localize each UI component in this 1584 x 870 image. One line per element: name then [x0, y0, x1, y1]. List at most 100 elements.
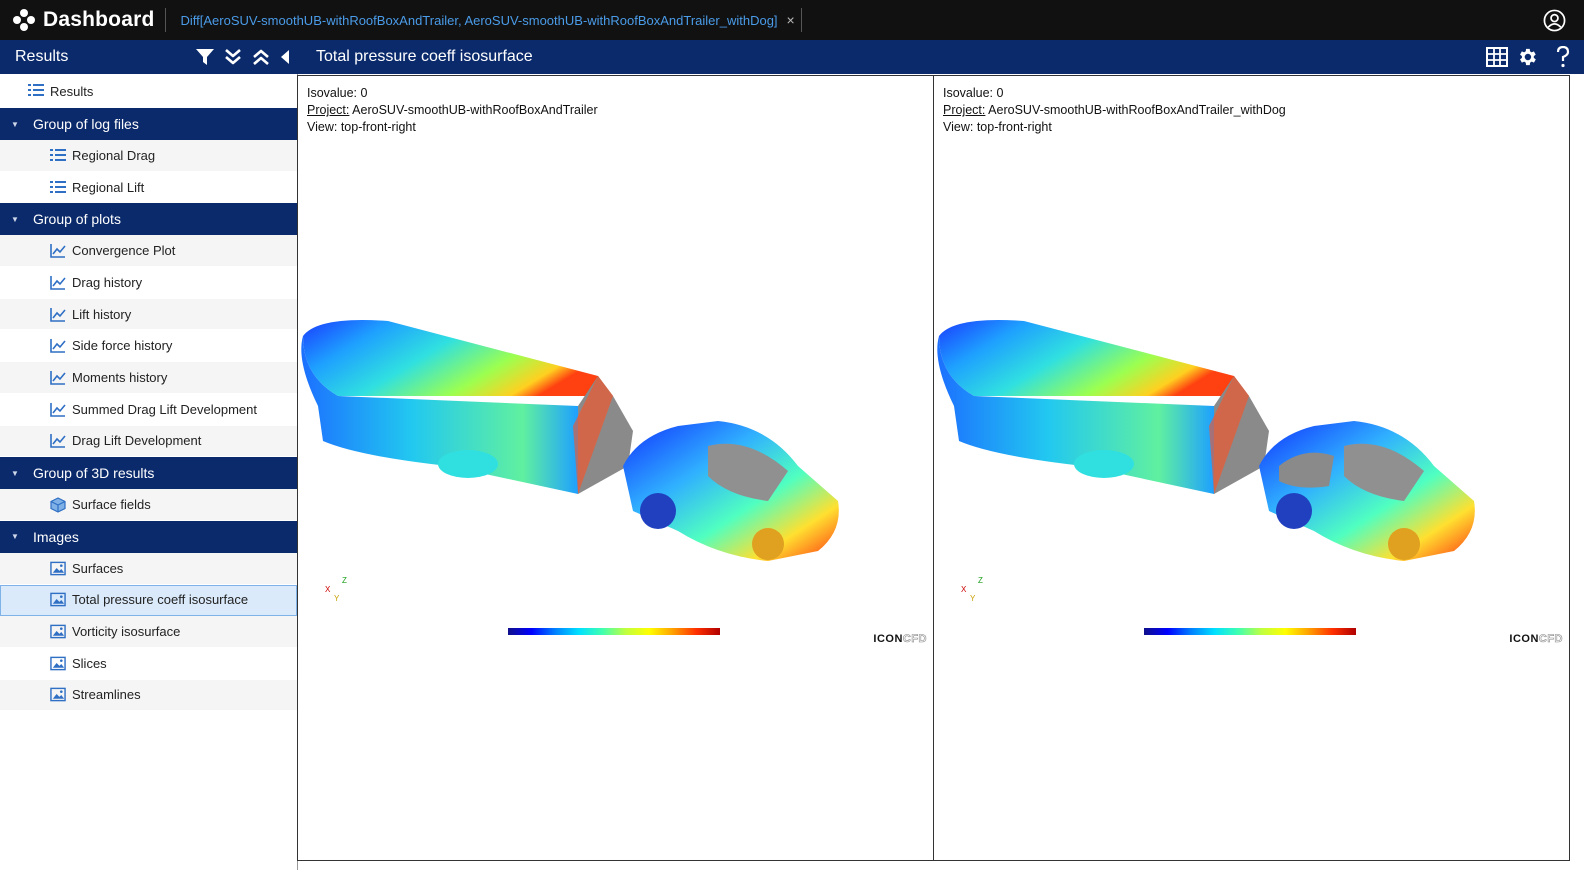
help-icon[interactable]: [1552, 46, 1574, 68]
sidebar-item-label: Drag Lift Development: [72, 433, 202, 449]
user-account-icon[interactable]: [1543, 9, 1566, 32]
caret-down-icon: ▼: [11, 214, 19, 224]
axes-triad: Z X Y: [320, 576, 347, 603]
axes-triad: Z X Y: [956, 576, 983, 603]
dashboard-logo[interactable]: Dashboard: [0, 0, 155, 40]
sidebar-item-surface-fields[interactable]: Surface fields: [0, 489, 297, 521]
color-legend-strip: [1144, 628, 1356, 635]
tree-root-results[interactable]: Results: [0, 74, 297, 108]
line-chart-icon: [50, 401, 66, 417]
close-icon[interactable]: ×: [787, 12, 795, 28]
diff-tab[interactable]: Diff[AeroSUV-smoothUB-withRoofBoxAndTrai…: [166, 0, 801, 40]
sidebar-item-regional-drag[interactable]: Regional Drag: [0, 140, 297, 172]
results-header: Results: [0, 40, 298, 74]
trailer-car-render: [301, 320, 839, 561]
panel-info: Isovalue: 0 Project: AeroSUV-smoothUB-wi…: [307, 85, 598, 136]
sidebar-item-drag-history[interactable]: Drag history: [0, 267, 297, 299]
collapse-sidebar-icon[interactable]: [278, 46, 292, 68]
list-icon: [50, 147, 66, 163]
project-key: Project:: [307, 103, 350, 117]
group-3d-results[interactable]: ▼ Group of 3D results: [0, 457, 297, 490]
sidebar-item-label: Moments history: [72, 369, 168, 385]
caret-down-icon: ▼: [11, 532, 19, 542]
sidebar-item-streamlines[interactable]: Streamlines: [0, 679, 297, 712]
cube-icon: [50, 496, 66, 513]
sidebar-item-label: Slices: [72, 655, 107, 671]
sidebar-item-label: Vorticity isosurface: [72, 624, 181, 640]
image-icon: [50, 560, 66, 576]
color-legend: [508, 628, 720, 635]
sidebar-item-label: Side force history: [72, 338, 173, 354]
caret-down-icon: ▼: [11, 119, 19, 129]
line-chart-icon: [50, 243, 66, 259]
image-icon: [50, 624, 66, 640]
group-log-files[interactable]: ▼ Group of log files: [0, 108, 297, 140]
right-gutter: [1570, 74, 1584, 870]
sidebar-item-surfaces[interactable]: Surfaces: [0, 552, 297, 585]
project-line: Project: AeroSUV-smoothUB-withRoofBoxAnd…: [943, 102, 1286, 119]
view-label: View: top-front-right: [307, 120, 416, 134]
image-panel-left[interactable]: Isovalue: 0 Project: AeroSUV-smoothUB-wi…: [297, 75, 934, 861]
collapse-all-icon[interactable]: [250, 46, 272, 68]
axis-z-label: Z: [342, 576, 347, 585]
expand-all-icon[interactable]: [222, 46, 244, 68]
line-chart-icon: [50, 274, 66, 290]
image-icon: [50, 592, 66, 608]
line-chart-icon: [50, 433, 66, 449]
view-tools: [1486, 40, 1574, 74]
grid-table-icon[interactable]: [1486, 46, 1508, 68]
isovalue-label: Isovalue: 0: [307, 86, 368, 100]
sidebar-item-slices[interactable]: Slices: [0, 647, 297, 680]
sidebar-item-label: Regional Lift: [72, 179, 145, 195]
sidebar-item-regional-lift[interactable]: Regional Lift: [0, 171, 297, 204]
color-legend: [1144, 628, 1356, 635]
sidebar-item-drag-lift-development[interactable]: Drag Lift Development: [0, 425, 297, 458]
group-label: Group of 3D results: [33, 465, 155, 482]
line-chart-icon: [50, 338, 66, 354]
view-title: Total pressure coeff isosurface: [316, 48, 533, 65]
image-icon: [50, 687, 66, 703]
icon-cfd-logo: ICONCFD: [873, 633, 927, 646]
sidebar-item-label: Drag history: [72, 274, 143, 290]
sidebar-item-lift-history[interactable]: Lift history: [0, 298, 297, 331]
filter-icon[interactable]: [194, 46, 216, 68]
topbar-divider: [800, 8, 802, 32]
sidebar-item-label: Convergence Plot: [72, 243, 176, 259]
sidebar-item-moments-history[interactable]: Moments history: [0, 362, 297, 394]
tree-root-label: Results: [50, 83, 94, 99]
sidebar-item-summed-drag-lift[interactable]: Summed Drag Lift Development: [0, 393, 297, 426]
diff-tab-label[interactable]: Diff[AeroSUV-smoothUB-withRoofBoxAndTrai…: [181, 13, 778, 28]
image-icon: [50, 655, 66, 671]
sidebar-item-vorticity-isosurface[interactable]: Vorticity isosurface: [0, 616, 297, 648]
color-legend-strip: [508, 628, 720, 635]
group-label: Group of log files: [33, 116, 139, 132]
sidebar-item-side-force-history[interactable]: Side force history: [0, 330, 297, 363]
results-title: Results: [15, 48, 69, 65]
group-label: Group of plots: [33, 211, 121, 228]
isovalue-label: Isovalue: 0: [943, 86, 1004, 100]
sidebar-item-label: Lift history: [72, 306, 132, 322]
sidebar-item-label: Surface fields: [72, 497, 151, 513]
sidebar-item-label: Surfaces: [72, 560, 124, 576]
project-key: Project:: [943, 103, 986, 117]
axis-x-label: X: [961, 585, 967, 594]
top-bar: Dashboard Diff[AeroSUV-smoothUB-withRoof…: [0, 0, 1584, 40]
list-icon: [28, 83, 44, 100]
line-chart-icon: [50, 306, 66, 322]
gear-icon[interactable]: [1516, 46, 1538, 68]
project-value: AeroSUV-smoothUB-withRoofBoxAndTrailer: [349, 103, 598, 117]
group-label: Images: [33, 528, 79, 545]
sidebar-item-total-pressure-isosurface[interactable]: Total pressure coeff isosurface: [0, 584, 297, 617]
group-plots[interactable]: ▼ Group of plots: [0, 203, 297, 236]
caret-down-icon: ▼: [11, 468, 19, 478]
project-value: AeroSUV-smoothUB-withRoofBoxAndTrailer_w…: [985, 103, 1286, 117]
group-images[interactable]: ▼ Images: [0, 520, 297, 553]
image-panel-right[interactable]: Isovalue: 0 Project: AeroSUV-smoothUB-wi…: [933, 75, 1570, 861]
sidebar-item-label: Total pressure coeff isosurface: [72, 592, 249, 608]
sidebar-item-convergence-plot[interactable]: Convergence Plot: [0, 235, 297, 268]
sidebar-item-label: Summed Drag Lift Development: [72, 401, 257, 417]
header-bar: Results Total pressure coeff isosurface: [0, 40, 1584, 74]
results-sidebar: Results ▼ Group of log files Regional Dr…: [0, 74, 298, 870]
view-label: View: top-front-right: [943, 120, 1052, 134]
axis-y-label: Y: [970, 594, 976, 603]
